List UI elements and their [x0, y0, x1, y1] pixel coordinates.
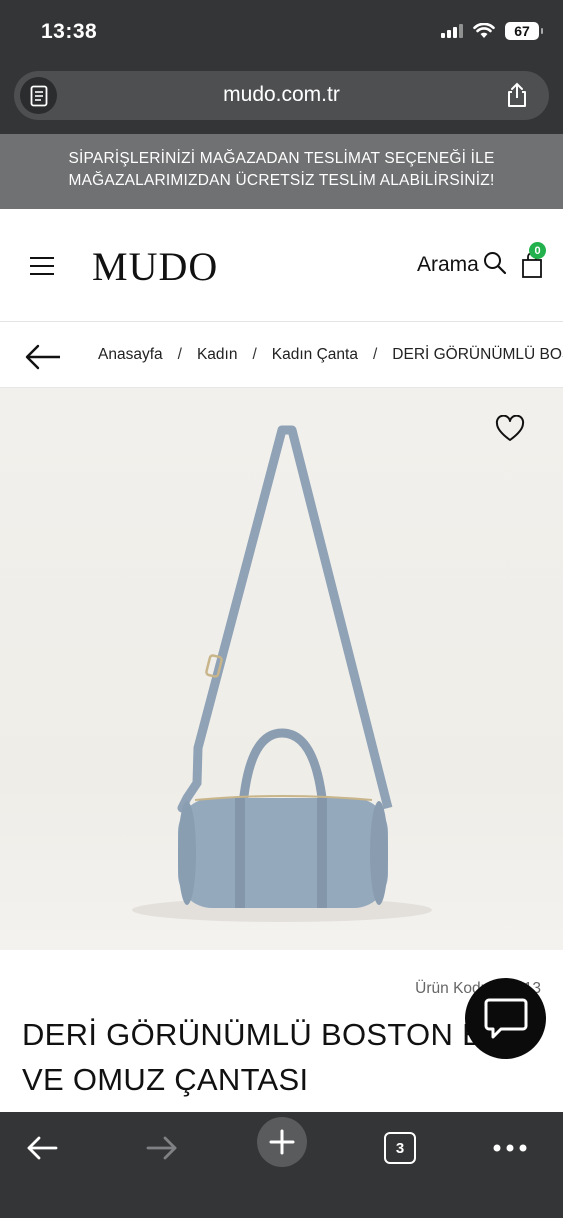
breadcrumb-separator: /: [177, 346, 182, 363]
tabs-button[interactable]: 3: [380, 1128, 420, 1168]
address-bar[interactable]: mudo.com.tr: [14, 71, 549, 120]
arrow-right-icon: [146, 1136, 177, 1160]
breadcrumb-item-women[interactable]: Kadın: [197, 346, 238, 363]
arrow-left-icon[interactable]: [24, 344, 62, 370]
breadcrumb-item-home[interactable]: Anasayfa: [98, 346, 163, 363]
hamburger-icon[interactable]: [30, 257, 54, 275]
browser-back-button[interactable]: [22, 1128, 62, 1168]
arrow-left-icon: [27, 1136, 58, 1160]
search-icon[interactable]: [483, 251, 507, 275]
chat-button[interactable]: [465, 978, 546, 1059]
product-title-line-2: VE OMUZ ÇANTASI: [22, 1062, 309, 1097]
new-tab-button[interactable]: [257, 1117, 307, 1167]
more-icon[interactable]: [490, 1128, 530, 1168]
browser-toolbar: 3: [0, 1112, 563, 1218]
breadcrumb-separator: /: [372, 346, 378, 363]
breadcrumb-item-women-bags[interactable]: Kadın Çanta: [272, 346, 358, 363]
breadcrumb-trail: Anasayfa / Kadın / Kadın Çanta / DERİ GÖRÜNÜML…: [98, 346, 563, 364]
share-icon[interactable]: [503, 81, 531, 109]
url-text[interactable]: mudo.com.tr: [14, 83, 549, 107]
plus-icon: [269, 1129, 295, 1155]
browser-forward-button[interactable]: [142, 1128, 182, 1168]
site-header: MUDO Arama 0: [0, 209, 563, 322]
breadcrumb: Anasayfa / Kadın / Kadın Çanta / DERİ GÖRÜNÜML…: [0, 322, 563, 388]
breadcrumb-separator: /: [252, 346, 257, 363]
product-image[interactable]: [0, 388, 563, 950]
promo-line-2: MAĞAZALARIMIZDAN ÜCRETSİZ TESLİM ALABİLİ…: [68, 172, 495, 189]
cellular-signal-icon: [441, 24, 463, 38]
promo-line-1: SİPARİŞLERİNİZİ MAĞAZADAN TESLİMAT SEÇEN…: [68, 150, 495, 167]
product-title-line-1: DERİ GÖRÜNÜMLÜ BOSTON EL: [22, 1017, 501, 1052]
product-title: DERİ GÖRÜNÜMLÜ BOSTON EL VE OMUZ ÇANTASI: [22, 1012, 542, 1102]
wifi-icon: [473, 23, 495, 38]
battery-indicator: 67: [505, 22, 543, 40]
breadcrumb-item-current: DERİ GÖRÜNÜMLÜ BOSTON EL VE OMUZ ÇANTASI: [392, 346, 563, 363]
chat-bubble-icon: [484, 998, 527, 1038]
status-icons: 67: [441, 22, 543, 40]
tab-count: 3: [384, 1132, 416, 1164]
search-label[interactable]: Arama: [417, 253, 479, 277]
browser-top-chrome: 13:38 67 mudo.com.tr: [0, 0, 563, 134]
logo[interactable]: MUDO: [92, 243, 218, 290]
cart-count-badge: 0: [529, 242, 546, 259]
bag-illustration: [132, 425, 432, 922]
heart-icon[interactable]: [495, 415, 525, 443]
promo-banner[interactable]: SİPARİŞLERİNİZİ MAĞAZADAN TESLİMAT SEÇEN…: [0, 134, 563, 209]
status-time: 13:38: [41, 20, 98, 43]
